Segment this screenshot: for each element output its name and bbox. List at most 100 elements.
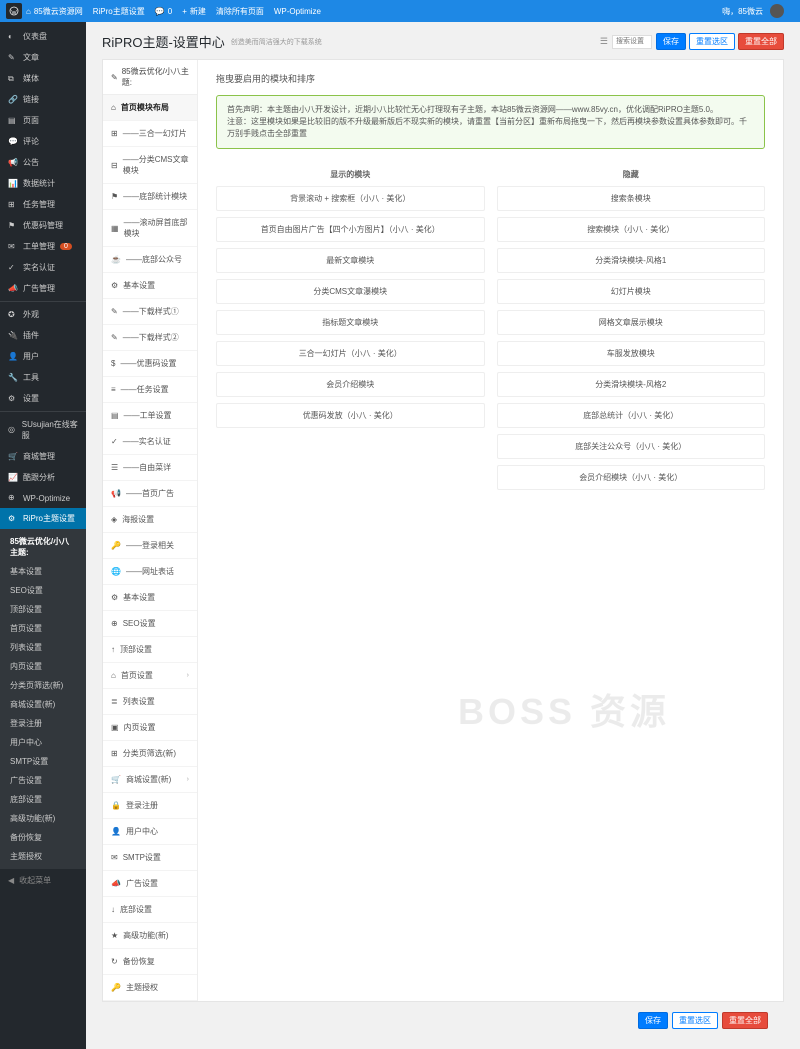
sidebar-subitem[interactable]: 基本设置 — [0, 562, 86, 581]
sidebar-subitem[interactable]: SMTP设置 — [0, 752, 86, 771]
settings-menu-item[interactable]: ↻备份恢复 — [103, 949, 197, 975]
settings-menu-item[interactable]: ⌂首页模块布局 — [103, 95, 197, 121]
sidebar-item[interactable]: 📣广告管理 — [0, 278, 86, 299]
settings-menu-item[interactable]: ▣内页设置 — [103, 715, 197, 741]
sidebar-subitem[interactable]: 首页设置 — [0, 619, 86, 638]
save-button[interactable]: 保存 — [656, 33, 686, 50]
sidebar-item[interactable]: ▤页面 — [0, 110, 86, 131]
sidebar-item[interactable]: 📊数据统计 — [0, 173, 86, 194]
module-item[interactable]: 三合一幻灯片（小八 · 美化） — [216, 341, 485, 366]
module-item[interactable]: 会员介绍模块（小八 · 美化） — [497, 465, 766, 490]
settings-menu-item[interactable]: ⚙基本设置 — [103, 585, 197, 611]
module-item[interactable]: 网格文章展示模块 — [497, 310, 766, 335]
module-item[interactable]: 首页自由图片广告【四个小方图片】（小八 · 美化） — [216, 217, 485, 242]
settings-menu-item[interactable]: 🔑主题授权 — [103, 975, 197, 1001]
settings-menu-item[interactable]: $——优惠码设置 — [103, 351, 197, 377]
sidebar-item[interactable]: ✓实名认证 — [0, 257, 86, 278]
reset-section-button[interactable]: 重置选区 — [689, 33, 735, 50]
settings-menu-item[interactable]: ★高级功能(新) — [103, 923, 197, 949]
settings-menu-item[interactable]: 🛒商城设置(新)› — [103, 767, 197, 793]
settings-menu-item[interactable]: 📢——首页广告 — [103, 481, 197, 507]
reset-all-button[interactable]: 重置全部 — [722, 1012, 768, 1029]
sidebar-item[interactable]: 🛒商城管理 — [0, 446, 86, 467]
sidebar-item[interactable]: ⚑优惠码管理 — [0, 215, 86, 236]
reset-all-button[interactable]: 重置全部 — [738, 33, 784, 50]
module-item[interactable]: 搜索条模块 — [497, 186, 766, 211]
module-item[interactable]: 分类CMS文章瀑模块 — [216, 279, 485, 304]
settings-menu-item[interactable]: ✎——下载样式② — [103, 325, 197, 351]
settings-menu-item[interactable]: ◈海报设置 — [103, 507, 197, 533]
sidebar-subitem[interactable]: 高级功能(新) — [0, 809, 86, 828]
settings-menu-item[interactable]: 🔒登录注册 — [103, 793, 197, 819]
sidebar-item[interactable]: 👤用户 — [0, 346, 86, 367]
module-item[interactable]: 搜索模块（小八 · 美化） — [497, 217, 766, 242]
module-item[interactable]: 车服发放模块 — [497, 341, 766, 366]
sidebar-subitem[interactable]: 主题授权 — [0, 847, 86, 866]
settings-menu-item[interactable]: 🔑——登录相关 — [103, 533, 197, 559]
sidebar-item[interactable]: 💬评论 — [0, 131, 86, 152]
settings-menu-item[interactable]: ☰——自由菜详 — [103, 455, 197, 481]
module-item[interactable]: 指标题文章模块 — [216, 310, 485, 335]
reset-section-button[interactable]: 重置选区 — [672, 1012, 718, 1029]
settings-menu-item[interactable]: 📣广告设置 — [103, 871, 197, 897]
sidebar-subitem[interactable]: 广告设置 — [0, 771, 86, 790]
sidebar-subitem[interactable]: 顶部设置 — [0, 600, 86, 619]
sidebar-subitem[interactable]: 用户中心 — [0, 733, 86, 752]
sidebar-subitem[interactable]: 登录注册 — [0, 714, 86, 733]
module-item[interactable]: 底部总统计（小八 · 美化） — [497, 403, 766, 428]
settings-search-input[interactable] — [612, 35, 652, 49]
settings-menu-item[interactable]: ▤——工单设置 — [103, 403, 197, 429]
module-item[interactable]: 分类滑块模块-风格2 — [497, 372, 766, 397]
sidebar-item[interactable]: ⧉媒体 — [0, 68, 86, 89]
sidebar-item[interactable]: 🔌插件 — [0, 325, 86, 346]
sidebar-item[interactable]: ◎SUsujian在线客服 — [0, 411, 86, 446]
sidebar-subitem[interactable]: 85微云优化/小八主题: — [0, 532, 86, 562]
settings-menu-item[interactable]: 🌐——网址表话 — [103, 559, 197, 585]
settings-menu-item[interactable]: ↓底部设置 — [103, 897, 197, 923]
settings-menu-item[interactable]: ≣列表设置 — [103, 689, 197, 715]
sidebar-item[interactable]: ✎文章 — [0, 47, 86, 68]
new-content-link[interactable]: +新建 — [182, 6, 206, 17]
sidebar-item[interactable]: ✪外观 — [0, 301, 86, 325]
settings-menu-item[interactable]: ⊞——三合一幻灯片 — [103, 121, 197, 147]
site-name-link[interactable]: ⌂85微云资源网 — [26, 6, 83, 17]
save-button[interactable]: 保存 — [638, 1012, 668, 1029]
collapse-menu[interactable]: ◀收起菜单 — [0, 869, 86, 892]
module-item[interactable]: 底部关注公众号（小八 · 美化） — [497, 434, 766, 459]
theme-settings-link[interactable]: RiPro主题设置 — [93, 6, 145, 17]
wp-logo-icon[interactable] — [6, 3, 22, 19]
module-item[interactable]: 幻灯片模块 — [497, 279, 766, 304]
settings-menu-item[interactable]: ✓——实名认证 — [103, 429, 197, 455]
settings-menu-item[interactable]: 👤用户中心 — [103, 819, 197, 845]
clear-pages-link[interactable]: 清除所有页面 — [216, 6, 264, 17]
module-item[interactable]: 会员介绍模块 — [216, 372, 485, 397]
sidebar-item[interactable]: ⊕WP-Optimize — [0, 488, 86, 508]
sidebar-subitem[interactable]: 备份恢复 — [0, 828, 86, 847]
sidebar-item[interactable]: ⚙设置 — [0, 388, 86, 409]
wp-optimize-link[interactable]: WP-Optimize — [274, 7, 321, 16]
settings-menu-item[interactable]: ≡——任务设置 — [103, 377, 197, 403]
sidebar-item[interactable]: ◐仪表盘 — [0, 26, 86, 47]
menu-icon[interactable]: ☰ — [600, 36, 608, 47]
module-item[interactable]: 分类滑块模块-风格1 — [497, 248, 766, 273]
sidebar-item[interactable]: ⚙RiPro主题设置 — [0, 508, 86, 529]
sidebar-item[interactable]: 🔗链接 — [0, 89, 86, 110]
sidebar-subitem[interactable]: 底部设置 — [0, 790, 86, 809]
settings-menu-item[interactable]: ⌂首页设置› — [103, 663, 197, 689]
sidebar-item[interactable]: 📈酷跟分析 — [0, 467, 86, 488]
settings-menu-item[interactable]: ☕——底部公众号 — [103, 247, 197, 273]
greeting[interactable]: 嗨，85微云 — [722, 4, 784, 18]
sidebar-subitem[interactable]: SEO设置 — [0, 581, 86, 600]
settings-menu-item[interactable]: ⊞分类页筛选(新) — [103, 741, 197, 767]
sidebar-item[interactable]: 🔧工具 — [0, 367, 86, 388]
module-item[interactable]: 背景滚动 + 搜索框（小八 · 美化） — [216, 186, 485, 211]
module-item[interactable]: 优惠码发放（小八 · 美化） — [216, 403, 485, 428]
sidebar-item[interactable]: ✉工单管理0 — [0, 236, 86, 257]
settings-menu-item[interactable]: ▦——滚动屏首底部模块 — [103, 210, 197, 247]
settings-menu-item[interactable]: ⚙基本设置 — [103, 273, 197, 299]
settings-menu-item[interactable]: ✉SMTP设置 — [103, 845, 197, 871]
module-item[interactable]: 最新文章模块 — [216, 248, 485, 273]
settings-menu-item[interactable]: ✎——下载样式① — [103, 299, 197, 325]
sidebar-subitem[interactable]: 内页设置 — [0, 657, 86, 676]
sidebar-subitem[interactable]: 列表设置 — [0, 638, 86, 657]
